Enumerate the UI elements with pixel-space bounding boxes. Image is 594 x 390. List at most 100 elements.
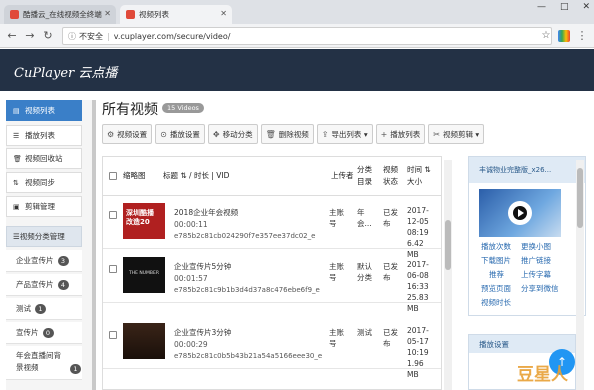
video-time: 08:19 — [407, 228, 429, 237]
favicon-icon — [10, 10, 19, 19]
video-title[interactable]: 企业宣传片3分钟 — [174, 327, 324, 338]
action-toolbar: ⚙ 视频设置 ⊙ 播放设置 ✥ 移动分类 🗑 删除视频 ⇪ 导出列表 ▾ + 播放列表 ✂ 视… — [102, 124, 487, 146]
table-row[interactable]: 深圳酷播 改造20 2018企业年会视频 00:00:11 e785b2c81c… — [103, 197, 441, 259]
security-label: 不安全 — [79, 31, 103, 41]
detail-link[interactable]: 下载图片 — [481, 255, 511, 266]
detail-link[interactable]: 推荐 — [489, 269, 504, 280]
category-item[interactable]: 年会直播间背景视频 1 — [6, 346, 82, 380]
category-item[interactable]: 产品宣传片 4 — [6, 274, 82, 296]
sidebar-section-categories[interactable]: ☰ 视频分类管理 — [6, 226, 82, 247]
sync-icon: ⇅ — [13, 178, 19, 187]
video-settings-button[interactable]: ⚙ 视频设置 — [102, 124, 153, 144]
add-playlist-button[interactable]: + 播放列表 — [375, 124, 426, 144]
category-label: 产品宣传片 — [16, 280, 54, 289]
move-category-button[interactable]: ✥ 移动分类 — [207, 124, 258, 144]
info-icon[interactable]: ⓘ — [68, 31, 76, 42]
thumbnail-text: THE NUMBER — [128, 271, 159, 276]
sidebar-item-label: 视频回收站 — [25, 154, 63, 163]
video-vid: e785b2c81c0b5b43b21a54a5166eee30_e — [174, 352, 323, 360]
table-row[interactable]: 企业宣传片3分钟 00:00:29 e785b2c81c0b5b43b21a54… — [103, 317, 441, 379]
category-item[interactable]: 企业宣传片 3 — [6, 250, 82, 272]
play-settings-button[interactable]: ⊙ 播放设置 — [155, 124, 205, 144]
sidebar-item-label: 剪辑管理 — [25, 202, 55, 211]
move-icon: ✥ — [212, 129, 220, 139]
close-window-icon[interactable]: ✕ — [582, 2, 590, 12]
menu-icon[interactable]: ⋮ — [574, 28, 590, 44]
minimize-icon[interactable]: — — [537, 2, 546, 12]
star-icon[interactable]: ☆ — [538, 28, 554, 44]
category-label: 年会直播间背景视频 — [16, 351, 61, 372]
video-thumbnail[interactable] — [123, 323, 165, 359]
sidebar-item-sync[interactable]: ⇅ 视频同步 — [6, 172, 82, 193]
export-list-button[interactable]: ⇪ 导出列表 ▾ — [316, 124, 373, 144]
page-title: 所有视频 — [102, 102, 158, 118]
back-icon[interactable]: ← — [4, 28, 20, 44]
detail-video-preview[interactable] — [479, 189, 561, 237]
video-title[interactable]: 企业宣传片5分钟 — [174, 261, 324, 272]
play-icon[interactable] — [508, 201, 532, 225]
browser-tab-2[interactable]: 视频列表 ✕ — [120, 5, 232, 24]
button-label: 播放列表 — [390, 129, 421, 139]
category-count-badge: 1 — [35, 303, 46, 314]
button-label: 播放设置 — [169, 129, 200, 139]
trash-icon: 🗑 — [265, 129, 276, 139]
trash-icon: 🗑 — [13, 154, 22, 163]
reload-icon[interactable]: ↻ — [40, 28, 56, 44]
header-date[interactable]: 时间 ⇅ 大小 — [407, 157, 439, 195]
video-uploader: 主账号 — [329, 328, 344, 348]
detail-link[interactable]: 分享到微信 — [521, 283, 559, 294]
category-count-badge: 0 — [42, 327, 54, 338]
detail-link[interactable]: 推广链接 — [521, 255, 551, 266]
category-item[interactable]: 宣传片 0 — [6, 322, 82, 344]
table-row[interactable]: THE NUMBER 企业宣传片5分钟 00:01:57 e785b2c81c9… — [103, 251, 441, 313]
video-clip-button[interactable]: ✂ 视频剪辑 ▾ — [428, 124, 485, 144]
button-label: 视频设置 — [117, 129, 148, 139]
detail-link[interactable]: 视频时长 — [481, 297, 511, 308]
video-table: 缩略图 标题 ⇅ / 时长 | VID 上传者 分类目录 视频状态 时间 ⇅ 大… — [102, 156, 442, 390]
header-title[interactable]: 标题 ⇅ / 时长 | VID — [163, 157, 323, 195]
video-size: 25.83 MB — [407, 293, 429, 313]
browser-tab-1[interactable]: 酷播云_在线视频全终端 ✕ — [4, 5, 116, 24]
page-scrollbar[interactable] — [576, 160, 584, 390]
detail-link[interactable]: 预览页面 — [481, 283, 511, 294]
sidebar-item-clips[interactable]: ▣ 剪辑管理 — [6, 196, 82, 217]
video-duration: 00:00:11 — [174, 220, 208, 229]
table-scroll-thumb[interactable] — [445, 220, 451, 270]
row-checkbox[interactable] — [109, 211, 117, 219]
sidebar-item-recycle[interactable]: 🗑 视频回收站 — [6, 148, 82, 169]
button-label: 视频剪辑 ▾ — [443, 129, 480, 139]
video-time: 10:19 — [407, 348, 429, 357]
extension-icon[interactable] — [558, 30, 570, 42]
detail-link[interactable]: 上传字幕 — [521, 269, 551, 280]
row-checkbox[interactable] — [109, 331, 117, 339]
app-header: CuPlayer 云点播 — [0, 49, 594, 91]
sidebar-divider[interactable] — [92, 100, 96, 390]
category-item[interactable]: 测试 1 — [6, 298, 82, 320]
table-scrollbar[interactable] — [444, 160, 452, 390]
video-status: 已发布 — [383, 208, 398, 228]
row-checkbox[interactable] — [109, 265, 117, 273]
page-scroll-thumb[interactable] — [577, 168, 583, 228]
video-status: 已发布 — [383, 262, 398, 282]
sidebar-item-playlist[interactable]: ☰ 播放列表 — [6, 125, 82, 146]
app-logo[interactable]: CuPlayer 云点播 — [14, 62, 117, 81]
video-size: 1.96 MB — [407, 359, 424, 379]
close-tab-icon[interactable]: ✕ — [104, 9, 111, 18]
address-bar[interactable]: ⓘ 不安全 | v.cuplayer.com/secure/video/ — [62, 27, 552, 45]
header-category: 分类目录 — [357, 165, 372, 186]
close-tab-icon[interactable]: ✕ — [220, 9, 227, 18]
detail-link[interactable]: 更换小图 — [521, 241, 551, 252]
video-uploader: 主账号 — [329, 208, 344, 228]
select-all-checkbox[interactable] — [109, 172, 117, 180]
video-detail-panel: 丰诚物业完整版_x26... 播放次数 更换小图 下载图片 推广链接 推荐 上传… — [468, 156, 586, 316]
maximize-icon[interactable]: □ — [560, 2, 569, 12]
delete-video-button[interactable]: 🗑 删除视频 — [260, 124, 314, 144]
video-title[interactable]: 2018企业年会视频 — [174, 207, 324, 218]
video-thumbnail[interactable]: 深圳酷播 改造20 — [123, 203, 165, 239]
sidebar-item-video-list[interactable]: ▤ 视频列表 — [6, 100, 82, 121]
video-thumbnail[interactable]: THE NUMBER — [123, 257, 165, 293]
forward-icon[interactable]: → — [22, 28, 38, 44]
video-count-badge: 15 Videos — [162, 103, 204, 113]
detail-link[interactable]: 播放次数 — [481, 241, 511, 252]
category-count-badge: 3 — [57, 255, 69, 266]
